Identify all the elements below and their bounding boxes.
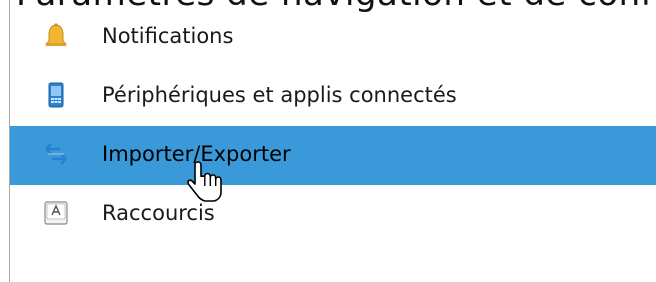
- keyboard-key-icon: [44, 201, 68, 225]
- menu-item-label: Notifications: [102, 24, 234, 48]
- bell-icon: [44, 23, 68, 46]
- menu-item-notifications[interactable]: Notifications: [10, 8, 656, 67]
- settings-menu: Notifications Périphériques et applis co…: [10, 8, 656, 244]
- menu-item-import-export[interactable]: Importer/Exporter: [10, 126, 656, 185]
- phone-icon: [48, 82, 64, 108]
- menu-item-shortcuts[interactable]: Raccourcis: [10, 185, 656, 244]
- hand-pointer-icon: [187, 161, 222, 202]
- import-export-arrows-icon: [45, 143, 67, 165]
- menu-item-connected-devices[interactable]: Périphériques et applis connectés: [10, 67, 656, 126]
- menu-item-label: Périphériques et applis connectés: [102, 83, 457, 107]
- settings-panel: Paramètres de navigation et de confident…: [0, 0, 656, 282]
